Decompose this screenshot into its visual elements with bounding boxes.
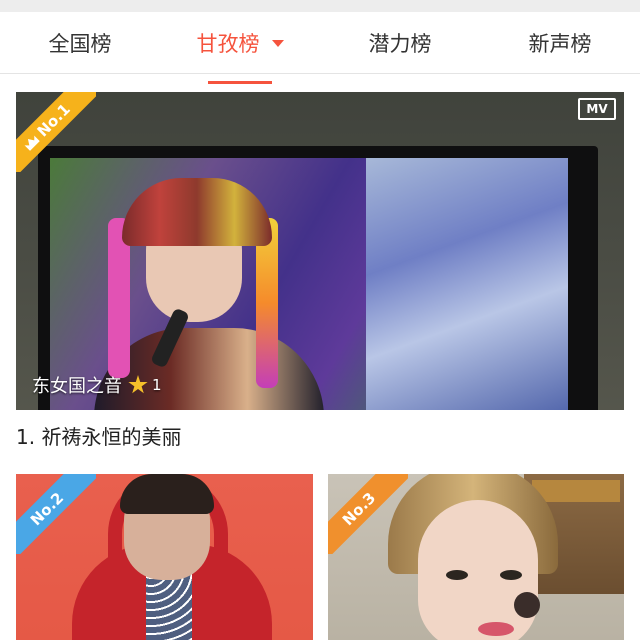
tab-new-voice[interactable]: 新声榜 bbox=[480, 12, 640, 74]
chart-card-rank-2[interactable]: No.2 bbox=[16, 474, 313, 640]
rank-badge-label: No.2 bbox=[26, 488, 68, 530]
crown-icon bbox=[23, 134, 40, 151]
person-face bbox=[418, 500, 538, 640]
chart-tabs: 全国榜 甘孜榜 潜力榜 新声榜 bbox=[0, 12, 640, 84]
mv-icon: MV bbox=[578, 98, 616, 120]
tab-label: 新声榜 bbox=[528, 32, 592, 56]
artist-overlay: 东女国之音 1 bbox=[32, 372, 162, 398]
rank-badge-label: No.3 bbox=[338, 488, 380, 530]
rank-badge: No.2 bbox=[16, 474, 96, 554]
mv-label: MV bbox=[586, 102, 608, 116]
artist-name: 东女国之音 bbox=[32, 376, 122, 397]
rank-badge: No.1 bbox=[16, 92, 96, 172]
song-title[interactable]: 1. 祈祷永恒的美丽 bbox=[16, 421, 181, 450]
tab-label: 甘孜榜 bbox=[196, 32, 260, 56]
chart-card-rank-1[interactable]: No.1 MV 东女国之音 1 bbox=[16, 92, 624, 410]
tab-national[interactable]: 全国榜 bbox=[0, 12, 160, 74]
status-strip bbox=[0, 0, 640, 12]
headdress bbox=[122, 178, 272, 246]
rank-badge: No.3 bbox=[328, 474, 408, 554]
active-tab-indicator bbox=[208, 81, 272, 84]
chevron-down-icon[interactable] bbox=[271, 39, 284, 47]
tab-label: 潜力榜 bbox=[368, 32, 432, 56]
star-count: 1 bbox=[152, 376, 162, 394]
tab-label: 全国榜 bbox=[48, 32, 112, 56]
rank-badge-label: No.1 bbox=[33, 100, 74, 141]
tab-potential[interactable]: 潜力榜 bbox=[320, 12, 480, 74]
tab-ganzi[interactable]: 甘孜榜 bbox=[160, 12, 320, 74]
chart-card-rank-3[interactable]: No.3 bbox=[328, 474, 624, 640]
star-icon bbox=[128, 375, 148, 394]
